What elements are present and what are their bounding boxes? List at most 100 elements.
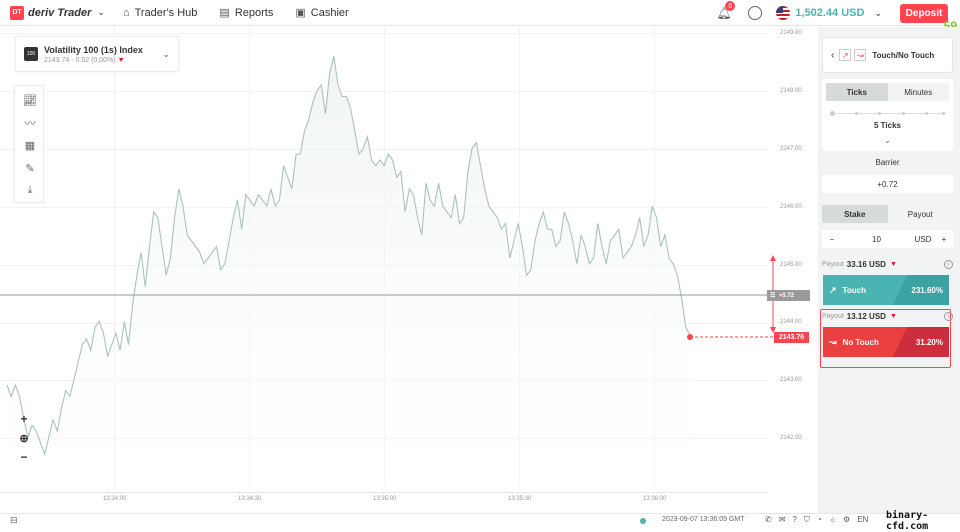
minus-icon[interactable]: −: [822, 235, 842, 244]
whatsapp-icon[interactable]: ✆: [765, 515, 772, 525]
theme-icon[interactable]: ☼: [829, 515, 836, 525]
barrier-tag-value: +0.72: [778, 292, 794, 299]
no-touch-icon: ↝: [854, 49, 867, 61]
current-price-dot: [687, 334, 693, 340]
tab-ticks[interactable]: Ticks: [826, 83, 888, 101]
trade-type-selector[interactable]: ‹ ↗ ↝ Touch/No Touch: [822, 37, 953, 73]
slider-step: [942, 112, 945, 115]
responsible-trading-icon[interactable]: ⛉: [804, 515, 810, 525]
app-switcher[interactable]: DT deriv Trader ⌄: [10, 0, 105, 26]
y-tick: 2146.00: [780, 204, 802, 210]
account-balance[interactable]: 1,502.44 USD: [795, 7, 864, 19]
chart-type-icon[interactable]: 📈︎: [23, 93, 37, 107]
duration-toggle: Ticks Minutes: [826, 83, 949, 101]
zoom-controls: + ⊕ −: [14, 410, 34, 468]
no-touch-icon: ↝: [829, 336, 837, 347]
price-area-fill: [7, 56, 690, 492]
chevron-left-icon[interactable]: ‹: [831, 50, 834, 61]
ticks-slider[interactable]: [830, 111, 946, 117]
reports-icon: ▤: [219, 7, 230, 19]
buy-no-touch-button[interactable]: ↝ No Touch 31.20%: [823, 327, 949, 357]
language-selector[interactable]: EN: [857, 515, 868, 525]
deposit-button[interactable]: Deposit: [900, 3, 948, 23]
no-touch-payout-value: 13.12 USD: [846, 312, 886, 321]
buy-touch-button[interactable]: ↗ Touch 231.60%: [823, 275, 949, 305]
barrier-input[interactable]: +0.72: [822, 175, 953, 193]
notification-bell-icon[interactable]: 🔔︎ 6: [716, 1, 736, 20]
payout-label: Payout: [822, 313, 844, 320]
account-settings-icon[interactable]: [748, 6, 763, 20]
slider-handle[interactable]: [830, 111, 835, 116]
y-tick: 2145.00: [780, 262, 802, 268]
slider-step: [902, 112, 905, 115]
touch-icon: ↗: [829, 284, 837, 295]
drawing-tools-icon[interactable]: ✎: [23, 161, 37, 175]
nav-traders-hub[interactable]: ⌂ Trader's Hub: [123, 7, 197, 19]
zoom-out-icon[interactable]: −: [14, 448, 34, 466]
tab-stake[interactable]: Stake: [822, 205, 888, 223]
no-touch-percent: 31.20%: [915, 337, 943, 347]
download-icon[interactable]: ⤓: [23, 183, 37, 197]
tab-payout[interactable]: Payout: [888, 205, 954, 223]
nav-label: Reports: [234, 6, 274, 19]
trade-panel: ‹ ↗ ↝ Touch/No Touch Ticks Minutes 5 Tic…: [818, 27, 960, 513]
y-tick: 2142.00: [780, 435, 802, 441]
x-axis-line: [0, 492, 768, 493]
speed-icon[interactable]: ◔: [817, 515, 822, 525]
nav-label: Cashier: [310, 6, 349, 19]
x-tick: 13:35:30: [508, 496, 532, 502]
positions-toggle-icon[interactable]: ⊟: [10, 515, 18, 526]
info-icon[interactable]: i: [944, 312, 953, 321]
symbol-quote: 2143.74 - 0.02 (0.00%): [44, 56, 116, 64]
volatility-index-icon: 100: [24, 47, 38, 61]
help-icon[interactable]: ?: [792, 515, 796, 525]
tab-minutes[interactable]: Minutes: [888, 83, 950, 101]
settings-icon[interactable]: ⚙: [843, 515, 850, 525]
zoom-in-icon[interactable]: +: [14, 410, 34, 428]
plus-icon[interactable]: +: [935, 235, 953, 244]
touch-payout-value: 33.16 USD: [846, 260, 886, 269]
chevron-down-icon[interactable]: ⌄: [822, 136, 953, 145]
no-touch-payout-row: Payout 13.12 USD ▼ i: [822, 312, 953, 321]
down-arrow-icon: ▼: [889, 313, 897, 320]
x-tick: 13:34:30: [238, 496, 262, 502]
stake-input[interactable]: − 10 USD +: [822, 230, 953, 248]
symbol-selector[interactable]: 100 Volatility 100 (1s) Index 2143.74 - …: [15, 36, 179, 72]
chevron-down-icon[interactable]: ⌄: [97, 7, 105, 18]
x-tick: 13:36:00: [643, 496, 667, 502]
app-logo-text: deriv Trader: [28, 6, 92, 19]
barrier-card: Barrier +0.72: [822, 155, 953, 199]
templates-icon[interactable]: ▦: [23, 138, 37, 152]
slider-step: [878, 112, 881, 115]
slider-track: [830, 113, 946, 114]
y-axis: 2149.00 2148.00 2147.00 2146.00 2145.00 …: [768, 27, 818, 513]
home-icon: ⌂: [122, 6, 130, 19]
chart-area[interactable]: 2149.00 2148.00 2147.00 2146.00 2145.00 …: [0, 27, 818, 513]
down-arrow-icon: ▼: [889, 261, 897, 268]
nav-cashier[interactable]: ▣ Cashier: [295, 6, 349, 20]
indicators-icon[interactable]: 〰: [23, 116, 37, 130]
trade-type-label: Touch/No Touch: [872, 50, 935, 60]
crosshair-icon[interactable]: ⊕: [14, 429, 34, 447]
symbol-name: Volatility 100 (1s) Index: [44, 44, 143, 55]
stake-toggle: Stake Payout: [822, 205, 953, 223]
barrier-tag[interactable]: ☰ +0.72: [767, 290, 810, 301]
slider-step: [925, 112, 928, 115]
server-time: 2023-09-07 13:36:09 GMT: [662, 516, 745, 523]
payout-label: Payout: [822, 261, 844, 268]
chat-icon[interactable]: ✉: [779, 515, 786, 525]
x-tick: 13:35:00: [373, 496, 397, 502]
connection-status-icon: [640, 518, 646, 524]
chevron-down-icon[interactable]: ⌄: [162, 49, 170, 60]
stake-card: Stake Payout − 10 USD +: [822, 205, 953, 253]
chevron-down-icon[interactable]: ⌄: [874, 8, 882, 19]
symbol-badge: 100: [26, 51, 36, 57]
stake-currency: USD: [914, 234, 932, 244]
no-touch-button-label: No Touch: [842, 337, 879, 347]
nav-reports[interactable]: ▤ Reports: [219, 6, 274, 20]
info-icon[interactable]: i: [944, 260, 953, 269]
top-bar: DT deriv Trader ⌄ ⌂ Trader's Hub ▤ Repor…: [0, 0, 960, 33]
stake-value[interactable]: 10: [842, 235, 911, 244]
y-tick: 2143.00: [780, 377, 802, 383]
x-tick: 13:34:00: [103, 496, 127, 502]
